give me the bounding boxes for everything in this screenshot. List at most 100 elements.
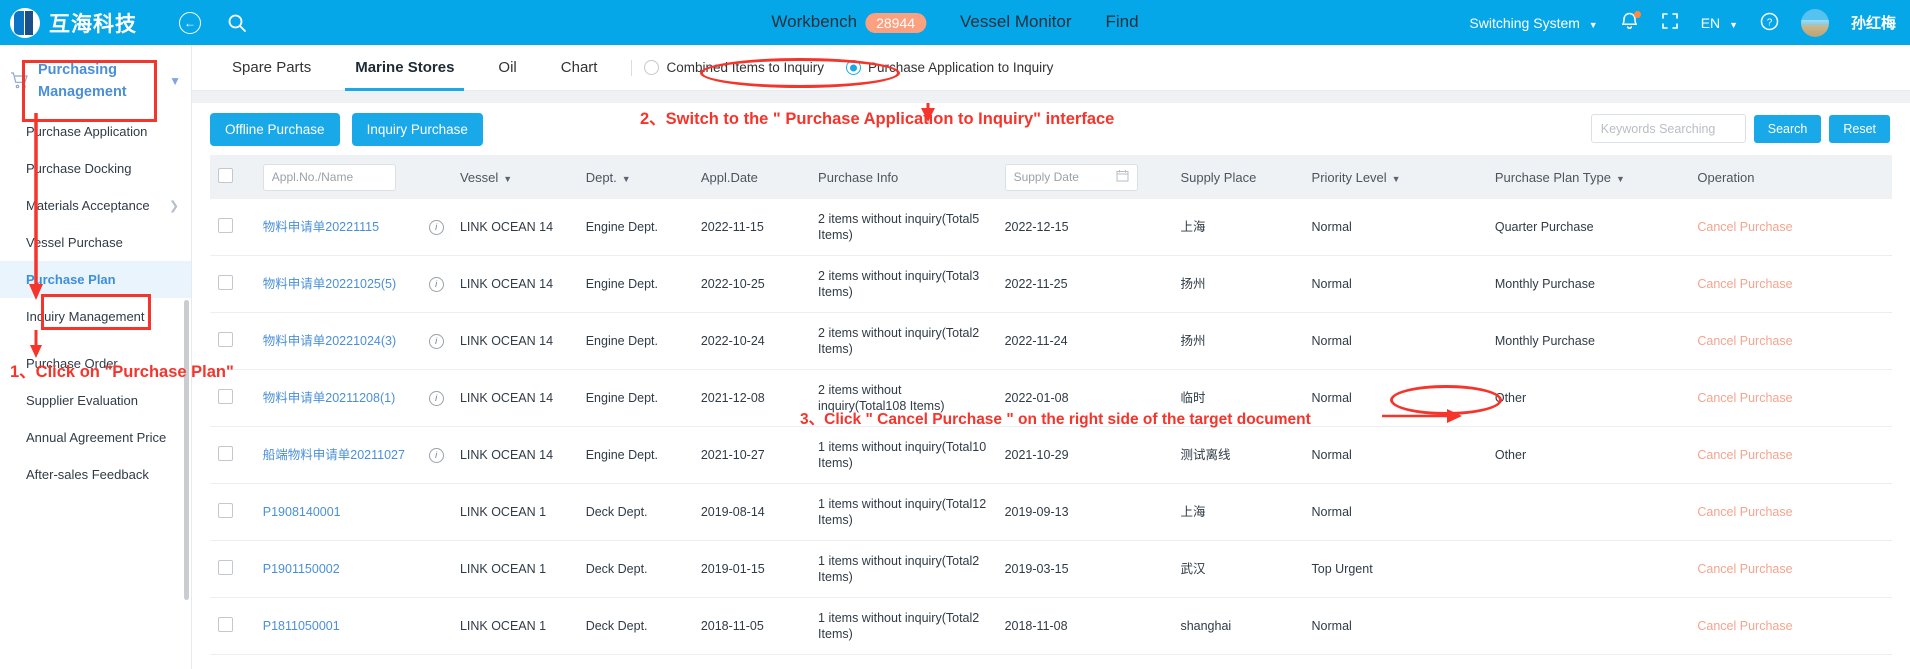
sidebar-item-vessel-purchase[interactable]: Vessel Purchase xyxy=(0,224,191,261)
row-checkbox[interactable] xyxy=(218,331,233,347)
tab-marine-stores[interactable]: Marine Stores xyxy=(333,45,476,91)
sidebar-item-purchase-order[interactable]: Purchase Order xyxy=(0,335,191,382)
sidebar-item-purchase-application[interactable]: Purchase Application xyxy=(0,113,191,150)
search-button[interactable]: Search xyxy=(1753,114,1822,143)
divider xyxy=(631,59,633,76)
appl-name-link[interactable]: P1811050001 xyxy=(263,619,340,633)
help-icon[interactable]: ? xyxy=(1760,12,1779,34)
row-supply-place-cell: 扬州 xyxy=(1172,255,1304,313)
cancel-purchase-link[interactable]: Cancel Purchase xyxy=(1697,334,1792,348)
sidebar-item-inquiry-management[interactable]: Inquiry Management xyxy=(0,298,191,335)
radio-purchase-application-to-inquiry[interactable]: Purchase Application to Inquiry xyxy=(846,60,1053,75)
info-icon[interactable]: i xyxy=(428,277,444,293)
table-row[interactable]: 物料申请单20221024(3) i LINK OCEAN 14 Engine … xyxy=(210,312,1892,370)
sidebar-section-purchasing-management[interactable]: Purchasing Management ▼ xyxy=(0,45,191,109)
table-row[interactable]: 物料申请单20221025(5) i LINK OCEAN 14 Engine … xyxy=(210,255,1892,313)
row-supply-place-cell: shanghai xyxy=(1172,597,1304,655)
appl-name-link[interactable]: 物料申请单20221115 xyxy=(263,220,379,234)
row-vessel-cell: LINK OCEAN 1 xyxy=(451,597,578,655)
tab-spare-parts[interactable]: Spare Parts xyxy=(210,45,333,91)
sidebar-scrollbar[interactable] xyxy=(184,300,189,600)
table-row[interactable]: 物料申请单20221115 i LINK OCEAN 14 Engine Dep… xyxy=(210,199,1892,256)
chevron-down-icon[interactable]: ▼ xyxy=(169,74,181,88)
reset-button[interactable]: Reset xyxy=(1829,114,1890,143)
language-selector[interactable]: EN ▼ xyxy=(1701,15,1738,31)
row-checkbox[interactable] xyxy=(218,559,233,575)
row-checkbox[interactable] xyxy=(218,502,233,518)
table-row[interactable]: P1901150002 LINK OCEAN 1 Deck Dept. 2019… xyxy=(210,540,1892,598)
row-checkbox[interactable] xyxy=(218,388,233,404)
purchase-info-header-label: Purchase Info xyxy=(818,169,899,185)
row-select-cell xyxy=(210,255,255,313)
primary-nav: Workbench 28944 Vessel Monitor Find xyxy=(771,12,1139,33)
vessel-header[interactable]: Vessel ▼ xyxy=(451,155,578,199)
info-icon[interactable]: i xyxy=(428,220,444,236)
row-info-cell: i xyxy=(414,369,452,427)
row-name-cell: P1908140001 xyxy=(254,483,415,541)
brand-logo[interactable]: 互海科技 xyxy=(0,7,137,38)
sidebar-item-after-sales-feedback[interactable]: After-sales Feedback xyxy=(0,456,191,493)
sidebar-item-supplier-evaluation[interactable]: Supplier Evaluation xyxy=(0,382,191,419)
table-row[interactable]: P1811050001 LINK OCEAN 1 Deck Dept. 2018… xyxy=(210,597,1892,655)
dept-header[interactable]: Dept. ▼ xyxy=(577,155,693,199)
tab-chart[interactable]: Chart xyxy=(539,45,620,91)
switching-system-button[interactable]: Switching System ▼ xyxy=(1469,15,1597,31)
fullscreen-icon[interactable] xyxy=(1661,12,1679,33)
nav-vessel-monitor[interactable]: Vessel Monitor xyxy=(960,12,1072,32)
row-checkbox[interactable] xyxy=(218,217,233,233)
priority-level-header[interactable]: Priority Level ▼ xyxy=(1303,155,1487,199)
back-arrow-icon[interactable]: ← xyxy=(179,11,201,34)
svg-text:?: ? xyxy=(1767,17,1773,28)
bell-icon[interactable] xyxy=(1620,11,1641,34)
cancel-purchase-link[interactable]: Cancel Purchase xyxy=(1697,505,1792,519)
appl-name-link[interactable]: P1908140001 xyxy=(263,505,341,519)
row-vessel-cell: LINK OCEAN 14 xyxy=(451,426,578,484)
row-info-cell: i xyxy=(414,255,452,313)
appl-name-link[interactable]: P1901150002 xyxy=(263,562,340,576)
cancel-purchase-link[interactable]: Cancel Purchase xyxy=(1697,391,1792,405)
appl-name-link[interactable]: 船端物料申请单20211027 xyxy=(263,448,405,462)
row-plan-type-cell: Quarter Purchase xyxy=(1486,199,1690,256)
info-icon[interactable]: i xyxy=(428,448,444,464)
cancel-purchase-link[interactable]: Cancel Purchase xyxy=(1697,448,1792,462)
table-row[interactable]: 船端物料申请单20211027 i LINK OCEAN 14 Engine D… xyxy=(210,426,1892,484)
radio-combined-items-to-inquiry[interactable]: Combined Items to Inquiry xyxy=(644,60,824,75)
action-toolbar: Offline Purchase Inquiry Purchase Search… xyxy=(192,103,1910,155)
appl-name-link[interactable]: 物料申请单20221024(3) xyxy=(263,334,396,348)
sidebar-item-annual-agreement-price[interactable]: Annual Agreement Price xyxy=(0,419,191,456)
select-all-header xyxy=(210,155,255,199)
row-checkbox[interactable] xyxy=(218,445,233,461)
row-vessel-cell: LINK OCEAN 1 xyxy=(451,540,578,598)
row-appl-date-cell: 2021-10-27 xyxy=(692,426,811,484)
info-icon[interactable]: i xyxy=(428,334,444,350)
purchase-plan-type-header[interactable]: Purchase Plan Type ▼ xyxy=(1486,155,1690,199)
select-all-checkbox[interactable] xyxy=(218,168,233,183)
cancel-purchase-link[interactable]: Cancel Purchase xyxy=(1697,220,1792,234)
avatar[interactable] xyxy=(1800,8,1829,37)
cancel-purchase-link[interactable]: Cancel Purchase xyxy=(1697,562,1792,576)
supply-date-filter-input[interactable]: Supply Date xyxy=(1004,163,1138,191)
supply-place-header-label: Supply Place xyxy=(1180,169,1257,185)
appl-name-link[interactable]: 物料申请单20221025(5) xyxy=(263,277,396,291)
nav-workbench[interactable]: Workbench 28944 xyxy=(771,12,927,33)
sidebar-item-purchase-plan[interactable]: Purchase Plan xyxy=(0,261,191,298)
row-checkbox[interactable] xyxy=(218,616,233,632)
search-icon[interactable] xyxy=(227,13,247,33)
row-checkbox[interactable] xyxy=(218,274,233,290)
tab-bar: Spare Parts Marine Stores Oil Chart Comb… xyxy=(192,45,1910,91)
nav-find[interactable]: Find xyxy=(1106,12,1139,32)
sidebar-item-materials-acceptance[interactable]: Materials Acceptance ❯ xyxy=(0,187,191,224)
keywords-search-input[interactable] xyxy=(1590,114,1746,143)
row-info-cell xyxy=(414,540,452,598)
info-icon[interactable]: i xyxy=(428,391,444,407)
table-row[interactable]: P1908140001 LINK OCEAN 1 Deck Dept. 2019… xyxy=(210,483,1892,541)
cancel-purchase-link[interactable]: Cancel Purchase xyxy=(1697,619,1792,633)
cancel-purchase-link[interactable]: Cancel Purchase xyxy=(1697,277,1792,291)
appl-name-link[interactable]: 物料申请单20211208(1) xyxy=(263,391,395,405)
inquiry-purchase-button[interactable]: Inquiry Purchase xyxy=(351,112,483,146)
sidebar-item-purchase-docking[interactable]: Purchase Docking xyxy=(0,150,191,187)
tab-oil[interactable]: Oil xyxy=(476,45,538,91)
appl-no-filter-input[interactable]: Appl.No./Name xyxy=(262,163,396,191)
offline-purchase-button[interactable]: Offline Purchase xyxy=(210,112,340,146)
table-row[interactable]: 物料申请单20211208(1) i LINK OCEAN 14 Engine … xyxy=(210,369,1892,427)
